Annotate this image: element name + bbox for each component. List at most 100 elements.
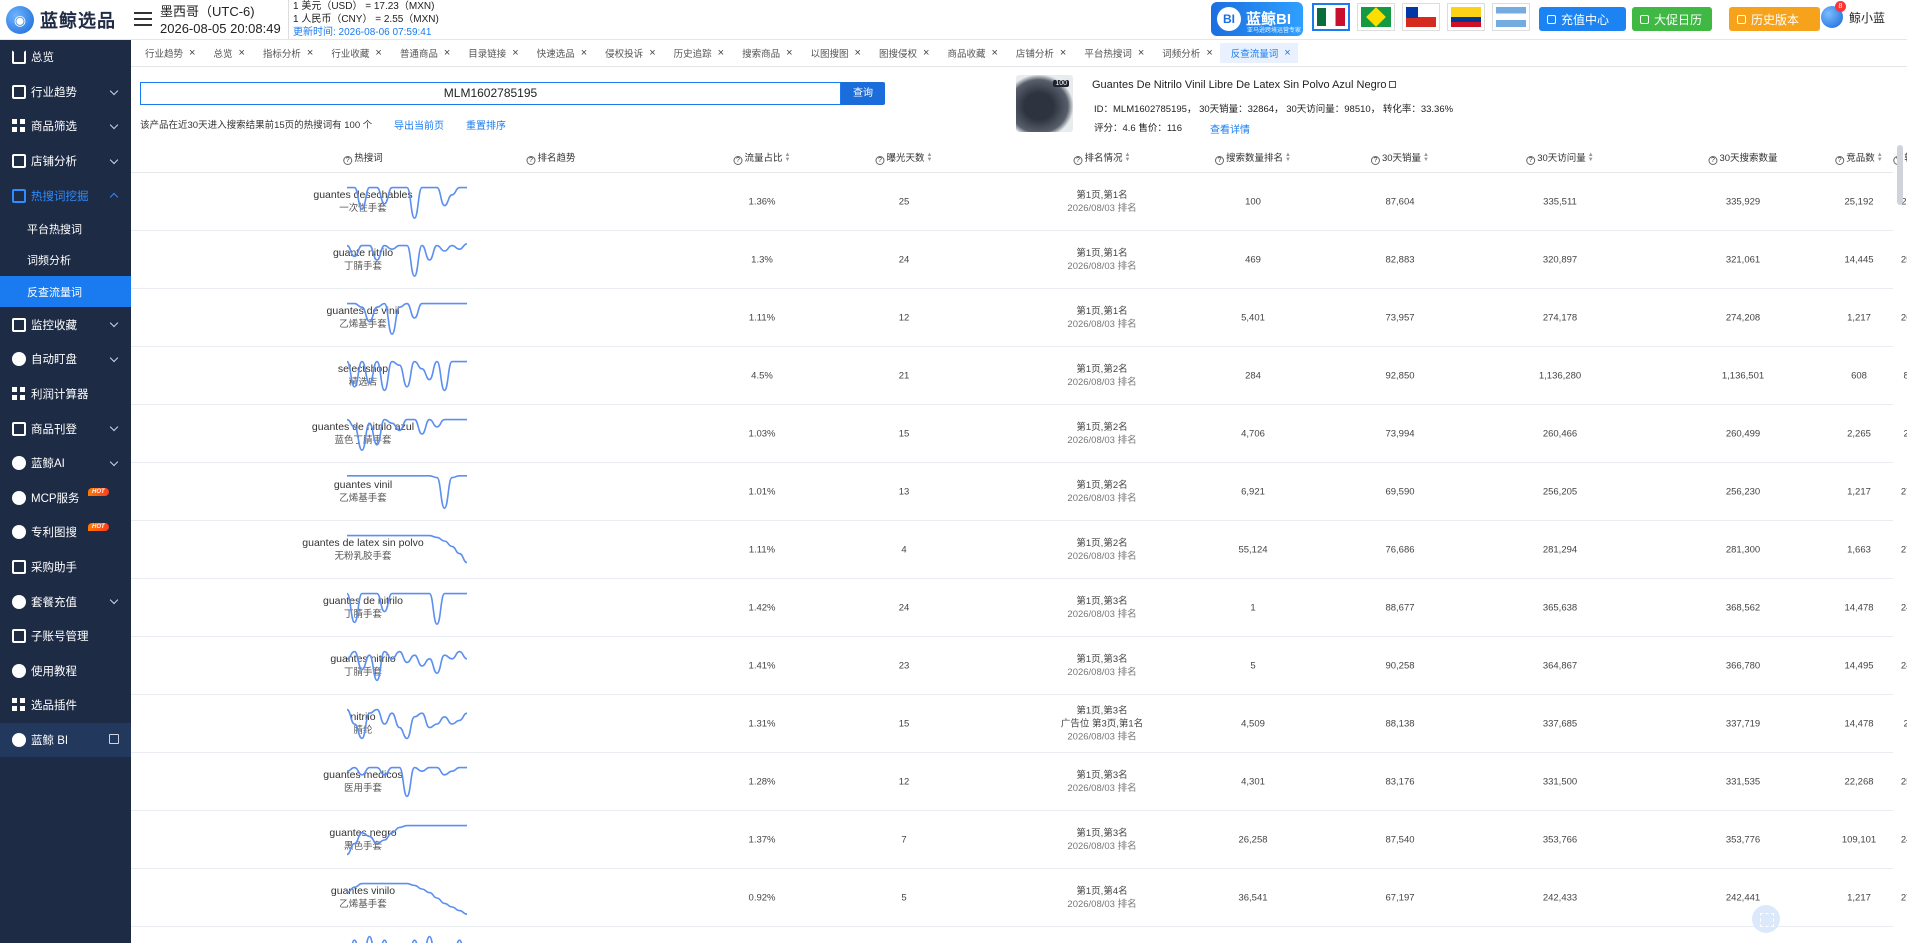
tab-6[interactable]: 快速选品 × bbox=[526, 43, 594, 63]
colombia-flag-icon[interactable] bbox=[1447, 3, 1485, 31]
sort-icon[interactable]: ▲ ▼ bbox=[927, 152, 933, 163]
rank-trend-sparkline[interactable] bbox=[343, 412, 471, 456]
help-icon[interactable]: ? bbox=[1835, 156, 1845, 165]
rank-trend-sparkline[interactable] bbox=[343, 354, 471, 398]
sidebar-item-profit-calculator[interactable]: 利润计算器 bbox=[0, 377, 131, 412]
help-icon[interactable]: ? bbox=[1526, 156, 1536, 165]
history-version-button[interactable]: 历史版本 bbox=[1729, 7, 1820, 31]
rank-trend-sparkline[interactable] bbox=[343, 180, 471, 224]
table-row[interactable]: selectshop 精选店 第1页,第2名 2026/08/03 排名 4.5% 21 2… bbox=[131, 347, 1907, 405]
close-icon[interactable]: × bbox=[1284, 48, 1290, 59]
table-row[interactable] bbox=[131, 927, 1893, 943]
scrollbar[interactable] bbox=[1897, 145, 1903, 205]
help-icon[interactable]: ? bbox=[343, 156, 353, 165]
help-icon[interactable]: ? bbox=[875, 156, 885, 165]
table-row[interactable]: guantes nitrilo 丁腈手套 第1页,第3名 2026/08/03 排名 1… bbox=[131, 637, 1907, 695]
chile-flag-icon[interactable] bbox=[1402, 3, 1440, 31]
rank-trend-sparkline[interactable] bbox=[343, 929, 471, 943]
close-icon[interactable]: × bbox=[444, 48, 450, 59]
sidebar-item-hot-keywords[interactable]: 热搜词挖掘 bbox=[0, 178, 131, 213]
tab-10[interactable]: 以图搜图 × bbox=[800, 43, 868, 63]
column-header-4[interactable]: ? 排名情况 ▲ ▼ bbox=[1073, 145, 1130, 173]
tab-12[interactable]: 商品收藏 × bbox=[936, 43, 1004, 63]
table-row[interactable]: nitrilo 腈纶 第1页,第3名 广告位 第3页,第1名 2026/08/03 排名… bbox=[131, 695, 1907, 753]
table-row[interactable]: guantes negro 黑色手套 第1页,第3名 2026/08/03 排名 1.3… bbox=[131, 811, 1907, 869]
sidebar-item-purchase-assistant[interactable]: 采购助手 bbox=[0, 550, 131, 585]
tab-13[interactable]: 店铺分析 × bbox=[1005, 43, 1073, 63]
tab-15[interactable]: 词频分析 × bbox=[1151, 43, 1219, 63]
close-icon[interactable]: × bbox=[581, 48, 587, 59]
sidebar-subitem-reverse-traffic[interactable]: 反查流量词 bbox=[0, 275, 131, 308]
brazil-flag-icon[interactable] bbox=[1357, 3, 1395, 31]
sidebar-item-industry-trend[interactable]: 行业趋势 bbox=[0, 75, 131, 110]
table-row[interactable]: guantes medicos 医用手套 第1页,第3名 2026/08/03 排名 1… bbox=[131, 753, 1907, 811]
table-row[interactable]: guantes vinilo 乙烯基手套 第1页,第4名 2026/08/03 排名 0… bbox=[131, 869, 1907, 927]
tab-16[interactable]: 反查流量词 × bbox=[1219, 43, 1298, 63]
logo[interactable]: ◉ 蓝鲸选品 bbox=[6, 5, 116, 35]
rank-trend-sparkline[interactable] bbox=[343, 528, 471, 572]
column-header-3[interactable]: ? 曝光天数 ▲ ▼ bbox=[875, 145, 932, 173]
close-icon[interactable]: × bbox=[718, 48, 724, 59]
rank-trend-sparkline[interactable] bbox=[343, 760, 471, 804]
view-detail-link[interactable]: 查看详情 bbox=[1210, 121, 1250, 136]
column-header-7[interactable]: ? 30天访问量 ▲ ▼ bbox=[1526, 145, 1594, 173]
sort-icon[interactable]: ▲ ▼ bbox=[785, 152, 791, 163]
close-icon[interactable]: × bbox=[649, 48, 655, 59]
close-icon[interactable]: × bbox=[307, 48, 313, 59]
rank-trend-sparkline[interactable] bbox=[343, 818, 471, 862]
table-row[interactable]: guantes de vinil 乙烯基手套 第1页,第1名 2026/08/03 排… bbox=[131, 289, 1907, 347]
column-header-6[interactable]: ? 30天销量 ▲ ▼ bbox=[1370, 145, 1429, 173]
sidebar-item-ai[interactable]: 蓝鲸AI bbox=[0, 446, 131, 481]
rank-trend-sparkline[interactable] bbox=[343, 470, 471, 514]
sort-icon[interactable]: ▲ ▼ bbox=[1588, 152, 1594, 163]
close-icon[interactable]: × bbox=[991, 48, 997, 59]
column-header-9[interactable]: ? 竞品数 ▲ ▼ bbox=[1835, 145, 1883, 173]
table-row[interactable]: guante nitrilo 丁腈手套 第1页,第1名 2026/08/03 排名 1.… bbox=[131, 231, 1907, 289]
sidebar-item-sub-accounts[interactable]: 子账号管理 bbox=[0, 619, 131, 654]
tab-8[interactable]: 历史追踪 × bbox=[663, 43, 731, 63]
sidebar-item-shop-analysis[interactable]: 店铺分析 bbox=[0, 144, 131, 179]
column-header-1[interactable]: ? 排名趋势 bbox=[526, 145, 576, 173]
tab-11[interactable]: 图搜侵权 × bbox=[868, 43, 936, 63]
export-page-link[interactable]: 导出当前页 bbox=[394, 117, 444, 132]
table-row[interactable]: guantes de latex sin polvo 无粉乳胶手套 第1页,第2名 2… bbox=[131, 521, 1907, 579]
help-icon[interactable]: ? bbox=[1708, 156, 1718, 165]
fullscreen-icon[interactable] bbox=[1752, 905, 1780, 933]
close-icon[interactable]: × bbox=[923, 48, 929, 59]
close-icon[interactable]: × bbox=[512, 48, 518, 59]
rank-trend-sparkline[interactable] bbox=[343, 702, 471, 746]
close-icon[interactable]: × bbox=[786, 48, 792, 59]
help-icon[interactable]: ? bbox=[1214, 156, 1224, 165]
close-icon[interactable]: × bbox=[375, 48, 381, 59]
help-icon[interactable]: ? bbox=[733, 156, 743, 165]
rank-trend-sparkline[interactable] bbox=[343, 296, 471, 340]
sidebar-item-auto-watch[interactable]: 自动盯盘 bbox=[0, 342, 131, 377]
sidebar-item-product-filter[interactable]: 商品筛选 bbox=[0, 109, 131, 144]
close-icon[interactable]: × bbox=[855, 48, 861, 59]
tab-5[interactable]: 目录链接 × bbox=[457, 43, 525, 63]
rank-trend-sparkline[interactable] bbox=[343, 586, 471, 630]
tab-2[interactable]: 指标分析 × bbox=[252, 43, 320, 63]
tab-0[interactable]: 行业趋势 × bbox=[134, 43, 202, 63]
user-menu[interactable]: 8 鲸小蓝 bbox=[1821, 1, 1885, 28]
sidebar-item-monitor[interactable]: 监控收藏 bbox=[0, 307, 131, 342]
argentina-flag-icon[interactable] bbox=[1492, 3, 1530, 31]
tab-1[interactable]: 总览 × bbox=[202, 43, 251, 63]
bi-badge-button[interactable]: BI 蓝鲸BI 亚马逊跨境运营专家 bbox=[1211, 2, 1303, 36]
product-image[interactable] bbox=[1016, 75, 1073, 132]
rank-trend-sparkline[interactable] bbox=[343, 238, 471, 282]
promo-calendar-button[interactable]: 大促日历 bbox=[1632, 7, 1712, 31]
tab-7[interactable]: 侵权投诉 × bbox=[594, 43, 662, 63]
sidebar-item-plugin[interactable]: 选品插件 bbox=[0, 688, 131, 723]
tab-4[interactable]: 普通商品 × bbox=[389, 43, 457, 63]
help-icon[interactable]: ? bbox=[1073, 156, 1083, 165]
table-row[interactable]: guantes desechables 一次性手套 第1页,第1名 2026/08/0… bbox=[131, 173, 1907, 231]
column-header-5[interactable]: ? 搜索数量排名 ▲ ▼ bbox=[1214, 145, 1291, 173]
close-icon[interactable]: × bbox=[1206, 48, 1212, 59]
sort-icon[interactable]: ▲ ▼ bbox=[1423, 152, 1429, 163]
sidebar-item-listing[interactable]: 商品刊登 bbox=[0, 411, 131, 446]
sidebar-subitem-platform-hot[interactable]: 平台热搜词 bbox=[0, 213, 131, 245]
sidebar-item-patent-search[interactable]: 专利图搜 HOT bbox=[0, 515, 131, 550]
sidebar-item-overview[interactable]: 总览 bbox=[0, 40, 131, 75]
table-row[interactable]: guantes de nitrilo 丁腈手套 第1页,第3名 2026/08/03 … bbox=[131, 579, 1907, 637]
